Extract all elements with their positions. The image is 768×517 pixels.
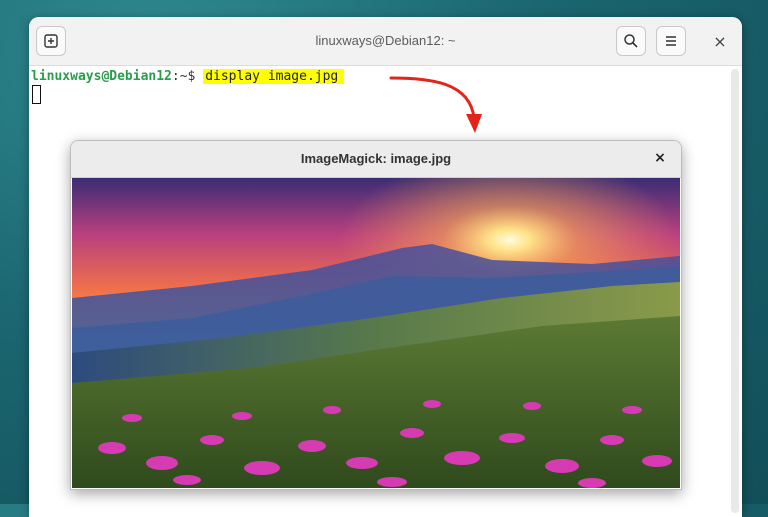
search-icon xyxy=(624,34,638,48)
prompt-line: linuxways@Debian12:~$ display image.jpg xyxy=(31,67,345,87)
new-tab-icon xyxy=(44,34,58,48)
close-icon[interactable]: × xyxy=(649,147,671,169)
imagemagick-title: ImageMagick: image.jpg xyxy=(300,151,452,166)
imagemagick-window: ImageMagick: image.jpg × xyxy=(70,140,682,490)
prompt-separator: : xyxy=(171,69,180,84)
command-text: display image.jpg xyxy=(203,69,345,84)
hamburger-menu-icon xyxy=(666,36,676,46)
menu-button[interactable] xyxy=(656,26,686,56)
search-button[interactable] xyxy=(616,26,646,56)
terminal-scrollbar[interactable] xyxy=(731,69,739,513)
terminal-header-bar: linuxways@Debian12: ~ × xyxy=(29,17,742,66)
landscape-photo[interactable] xyxy=(72,178,680,488)
prompt-user: linuxways@Debian12 xyxy=(31,69,172,84)
close-icon[interactable]: × xyxy=(705,26,735,56)
prompt-path: ~$ xyxy=(179,69,196,84)
new-tab-button[interactable] xyxy=(36,26,66,56)
terminal-cursor xyxy=(32,85,41,104)
imagemagick-header-bar: ImageMagick: image.jpg × xyxy=(71,141,681,178)
